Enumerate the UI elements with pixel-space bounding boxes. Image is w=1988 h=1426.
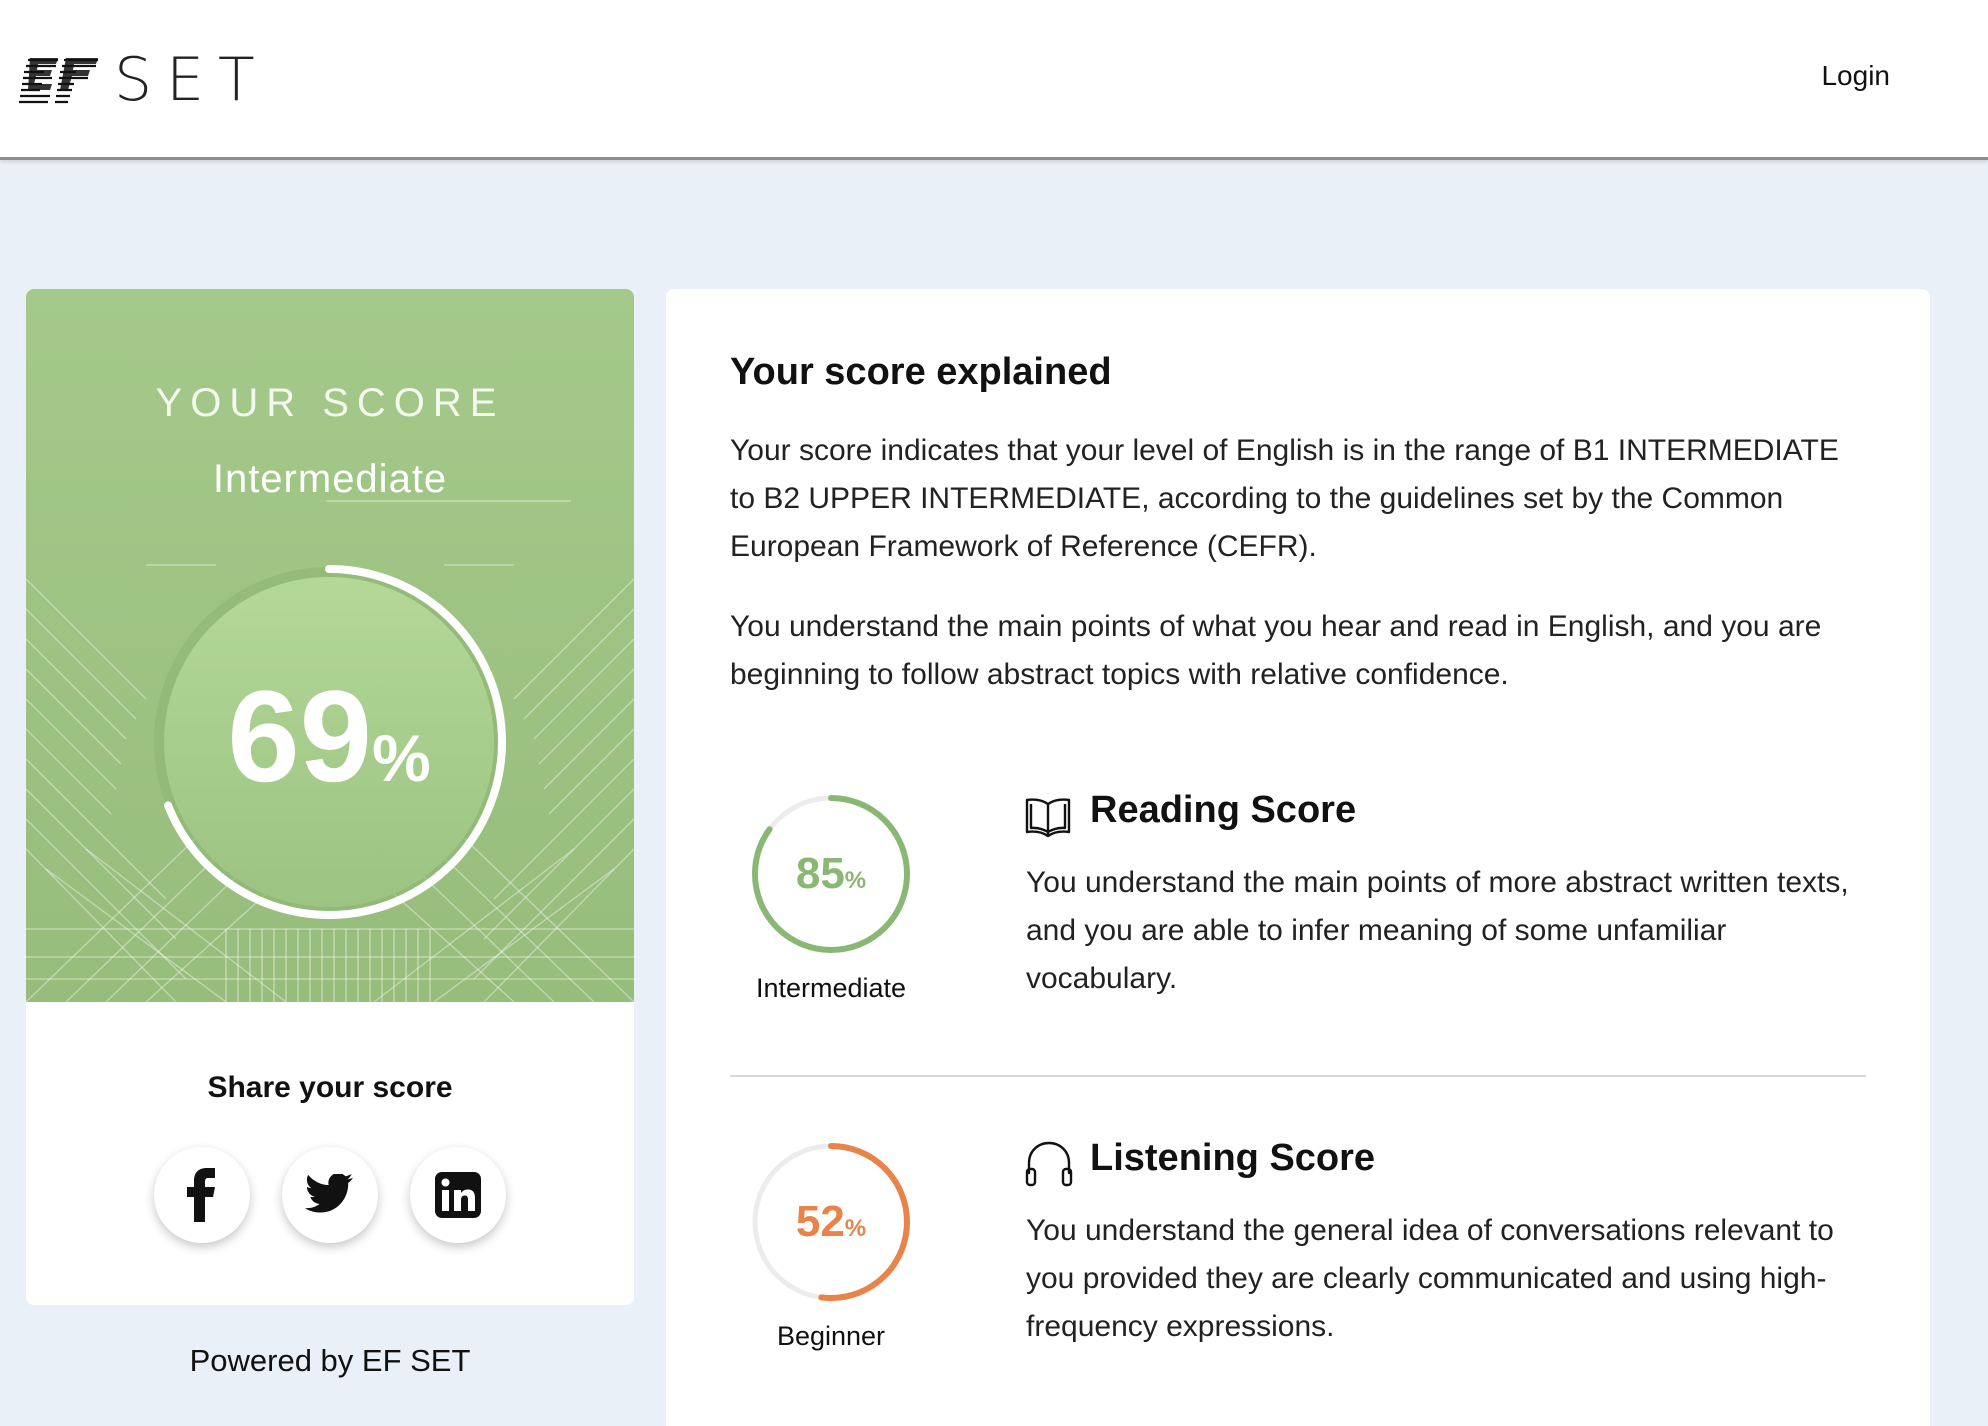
listening-score-number: 52 [795,1197,845,1246]
twitter-share-button[interactable] [282,1147,378,1243]
explanation-paragraph-2: You understand the main points of what y… [730,610,1822,691]
reading-score-value: 85% [750,852,912,903]
book-icon [1025,798,1071,838]
section-divider [730,1075,1866,1077]
explanation-title: Your score explained [730,351,1112,393]
logo-wordmark: SET [114,45,269,115]
listening-score-description: You understand the general idea of conve… [1026,1214,1834,1343]
share-title: Share your score [207,1071,453,1104]
linkedin-icon [435,1172,481,1218]
score-card: YOUR SCORE Intermediate 69% Share your s… [26,289,634,1305]
score-hero: YOUR SCORE Intermediate 69% [26,289,634,1002]
listening-percent-sign: % [844,1215,867,1242]
reading-score-number: 85 [795,849,845,898]
linkedin-share-button[interactable] [410,1147,506,1243]
reading-score-title: Reading Score [1090,789,1357,831]
login-link[interactable]: Login [1821,60,1890,92]
reading-level: Intermediate [755,973,907,1003]
powered-by-text: Powered by EF SET [189,1343,471,1378]
ef-set-logo[interactable]: SET [18,50,269,110]
overall-score-number: 69 [227,663,372,809]
overall-score-value: 69% [144,671,514,823]
reading-score-description: You understand the main points of more a… [1026,866,1849,995]
overall-level: Intermediate [212,457,448,501]
overall-percent-sign: % [371,721,431,795]
score-explanation-card: Your score explained Your score indicate… [666,289,1930,1426]
explanation-paragraph-1: Your score indicates that your level of … [730,434,1839,563]
twitter-icon [305,1174,354,1213]
listening-score-title: Listening Score [1090,1137,1376,1179]
top-header: SET Login [0,0,1988,160]
your-score-heading: YOUR SCORE [155,381,505,425]
facebook-share-button[interactable] [154,1147,250,1243]
listening-level: Beginner [776,1321,886,1351]
reading-percent-sign: % [844,867,867,894]
facebook-icon [187,1168,215,1222]
headphones-icon [1025,1141,1073,1187]
listening-score-value: 52% [750,1200,912,1251]
ef-logo-icon [19,58,98,104]
